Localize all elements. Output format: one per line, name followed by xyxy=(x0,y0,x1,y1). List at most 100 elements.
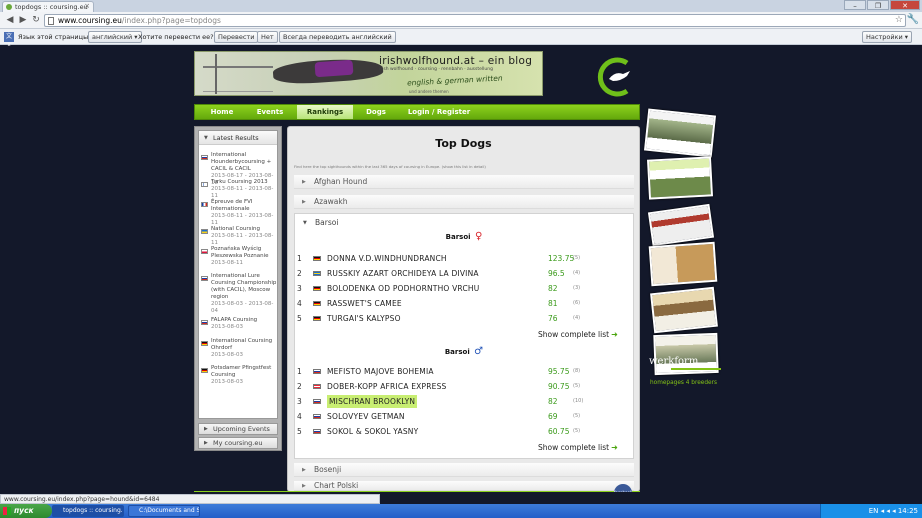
result-item[interactable]: Épreuve de FVI Internationale 2013-08-11 … xyxy=(211,199,277,227)
werkform-logo[interactable]: werkform xyxy=(649,356,721,370)
latest-results-title: Latest Results xyxy=(213,134,259,142)
web-page: irishwolfhound.at – ein blog irish wolfh… xyxy=(0,46,922,492)
werkform-thumbnails[interactable] xyxy=(643,104,724,384)
result-item[interactable]: Poznańska Wyścig Pleszewska Poznanie 2013… xyxy=(211,246,277,267)
dog-name-highlighted[interactable]: MISCHRAN BROOKLYN xyxy=(327,395,418,408)
bookmark-star-icon[interactable]: ☆ xyxy=(895,15,903,26)
page-language-label: Язык этой страницы: xyxy=(18,33,91,41)
coursing-logo-icon[interactable] xyxy=(597,57,637,97)
table-row[interactable]: 3 BOLODENKA OD PODHORNTHO VRCHU 82 (3) xyxy=(295,282,635,295)
close-tab-icon[interactable]: × xyxy=(84,2,90,10)
nav-rankings[interactable]: Rankings xyxy=(297,105,353,119)
result-item[interactable]: National Coursing 2013-08-11 - 2013-08-11 xyxy=(211,226,277,247)
always-translate-button[interactable]: Всегда переводить английский xyxy=(279,31,396,43)
table-row[interactable]: 3 MISCHRAN BROOKLYN 82 (10) xyxy=(295,395,635,408)
banner-title: irishwolfhound.at – ein blog xyxy=(379,55,533,67)
windows-taskbar: пуск topdogs :: coursing.e... C:\Documen… xyxy=(0,504,922,518)
maximize-icon[interactable]: ❐ xyxy=(867,0,889,10)
upcoming-events-header[interactable]: ▶ Upcoming Events xyxy=(198,423,278,435)
taskbar-item-explorer[interactable]: C:\Documents and Se... xyxy=(128,505,200,517)
breed-label: Chart Polski xyxy=(314,481,359,490)
arrow-right-icon: ➜ xyxy=(611,330,618,339)
translate-icon: 文A xyxy=(4,32,14,50)
translate-question: Хотите перевести ее? xyxy=(138,33,214,41)
result-item[interactable]: International Lure Coursing Championship… xyxy=(211,273,277,315)
translate-bar: 文A Язык этой страницы: английский ▾ Хоти… xyxy=(0,29,922,50)
main-nav: Home Events Rankings Dogs Login / Regist… xyxy=(194,104,640,120)
forward-icon[interactable]: ▶ xyxy=(17,14,29,26)
banner-subtitle: irish wolfhound · coursing · rennbahn · … xyxy=(379,67,493,72)
taskbar-item-browser[interactable]: topdogs :: coursing.e... xyxy=(52,505,124,517)
minimize-icon[interactable]: – xyxy=(844,0,866,10)
dog-name[interactable]: RASSWET'S CAMEE xyxy=(327,297,402,310)
my-coursing-header[interactable]: ▶ My coursing.eu xyxy=(198,437,278,449)
flag-icon xyxy=(201,155,208,160)
breed-azawakh[interactable]: ▶ Azawakh xyxy=(294,195,634,209)
breed-chart-polski[interactable]: ▶ Chart Polski xyxy=(294,481,634,491)
score: 90.75 xyxy=(548,382,570,391)
language-select[interactable]: английский ▾ xyxy=(88,31,142,43)
dog-blanket-image xyxy=(314,59,354,78)
dog-name[interactable]: SOLOVYEV GETMAN xyxy=(327,410,405,423)
dog-name[interactable]: DONNA V.D.WINDHUNDRANCH xyxy=(327,252,447,265)
breed-barsoi-header[interactable]: ▼ Barsoi xyxy=(295,214,633,232)
thumbnail-image xyxy=(650,286,718,334)
settings-button[interactable]: Настройки ▾ xyxy=(862,31,913,43)
breed-afghan-hound[interactable]: ▶ Afghan Hound xyxy=(294,175,634,189)
flag-icon xyxy=(313,384,321,389)
address-bar[interactable]: www.coursing.eu/index.php?page=topdogs ☆ xyxy=(44,14,906,27)
back-icon[interactable]: ◀ xyxy=(4,14,16,26)
wrench-icon[interactable]: 🔧 xyxy=(907,14,919,25)
breed-barsoi-panel: ▼ Barsoi Barsoi ♀ 1 DONNA V.D.WINDHUNDRA… xyxy=(294,213,634,459)
nav-events[interactable]: Events xyxy=(249,105,291,119)
no-button[interactable]: Нет xyxy=(257,31,278,43)
dog-name[interactable]: MEFISTO MAJOVE BOHEMIA xyxy=(327,365,434,378)
score: 123.75 xyxy=(548,254,575,263)
browser-tab[interactable]: topdogs :: coursing.eu × xyxy=(2,1,94,12)
flag-icon xyxy=(201,276,208,281)
breed-bosenji[interactable]: ▶ Bosenji xyxy=(294,463,634,477)
nav-login-register[interactable]: Login / Register xyxy=(401,105,477,119)
table-row[interactable]: 5 SOKOL & SOKOL YASNY 60.75 (5) xyxy=(295,425,635,438)
close-window-icon[interactable]: ✕ xyxy=(890,0,920,10)
intro-text: Find here the top sighthounds within the… xyxy=(294,164,486,169)
male-symbol-icon: ♂ xyxy=(474,346,484,357)
table-row[interactable]: 1 MEFISTO MAJOVE BOHEMIA 95.75 (8) xyxy=(295,365,635,378)
dog-name[interactable]: RUSSKIY AZART ORCHIDEYA LA DIVINA xyxy=(327,267,479,280)
blog-banner[interactable]: irishwolfhound.at – ein blog irish wolfh… xyxy=(194,51,543,96)
nav-home[interactable]: Home xyxy=(201,105,243,119)
arrow-right-icon: ➜ xyxy=(611,443,618,452)
translate-button[interactable]: Перевести xyxy=(214,31,259,43)
dog-name[interactable]: TURGAI'S KALYPSO xyxy=(327,312,401,325)
show-complete-list-male[interactable]: Show complete list ➜ xyxy=(538,443,619,452)
table-row[interactable]: 4 RASSWET'S CAMEE 81 (6) xyxy=(295,297,635,310)
result-item[interactable]: Turku Coursing 2013 2013-08-11 - 2013-08-… xyxy=(211,179,277,200)
table-row[interactable]: 1 DONNA V.D.WINDHUNDRANCH 123.75 (5) xyxy=(295,252,635,265)
table-row[interactable]: 4 SOLOVYEV GETMAN 69 (5) xyxy=(295,410,635,423)
reload-icon[interactable]: ↻ xyxy=(30,14,42,26)
table-row[interactable]: 5 TURGAI'S KALYPSO 76 (4) xyxy=(295,312,635,325)
latest-results-header[interactable]: ▼ Latest Results xyxy=(199,131,277,145)
result-item[interactable]: Potsdamer Pfingstfest Coursing 2013-08-03 xyxy=(211,365,277,386)
score: 82 xyxy=(548,397,558,406)
dog-name[interactable]: SOKOL & SOKOL YASNY xyxy=(327,425,418,438)
table-row[interactable]: 2 DOBER-KOPP AFRICA EXPRESS 90.75 (5) xyxy=(295,380,635,393)
count: (4) xyxy=(573,270,581,276)
count: (5) xyxy=(573,413,581,419)
show-complete-list-female[interactable]: Show complete list ➜ xyxy=(538,330,619,339)
expand-arrow-icon: ▶ xyxy=(302,199,306,205)
result-item[interactable]: International Coursing Ohrdorf 2013-08-03 xyxy=(211,338,277,359)
expand-arrow-icon: ▶ xyxy=(302,179,306,185)
result-item[interactable]: FALAPA Coursing 2013-08-03 xyxy=(211,317,277,331)
werkform-tagline[interactable]: homepages 4 breeders xyxy=(650,380,717,386)
fence-image xyxy=(203,66,273,92)
windows-logo-icon xyxy=(3,507,11,515)
status-bar: www.coursing.eu/index.php?page=hound&id=… xyxy=(0,494,380,504)
dog-name[interactable]: DOBER-KOPP AFRICA EXPRESS xyxy=(327,380,447,393)
score: 60.75 xyxy=(548,427,570,436)
sidebar: ▼ Latest Results International Hounderby… xyxy=(194,126,282,451)
dog-name[interactable]: BOLODENKA OD PODHORNTHO VRCHU xyxy=(327,282,479,295)
start-button[interactable]: пуск xyxy=(0,504,52,518)
nav-dogs[interactable]: Dogs xyxy=(357,105,395,119)
table-row[interactable]: 2 RUSSKIY AZART ORCHIDEYA LA DIVINA 96.5… xyxy=(295,267,635,280)
